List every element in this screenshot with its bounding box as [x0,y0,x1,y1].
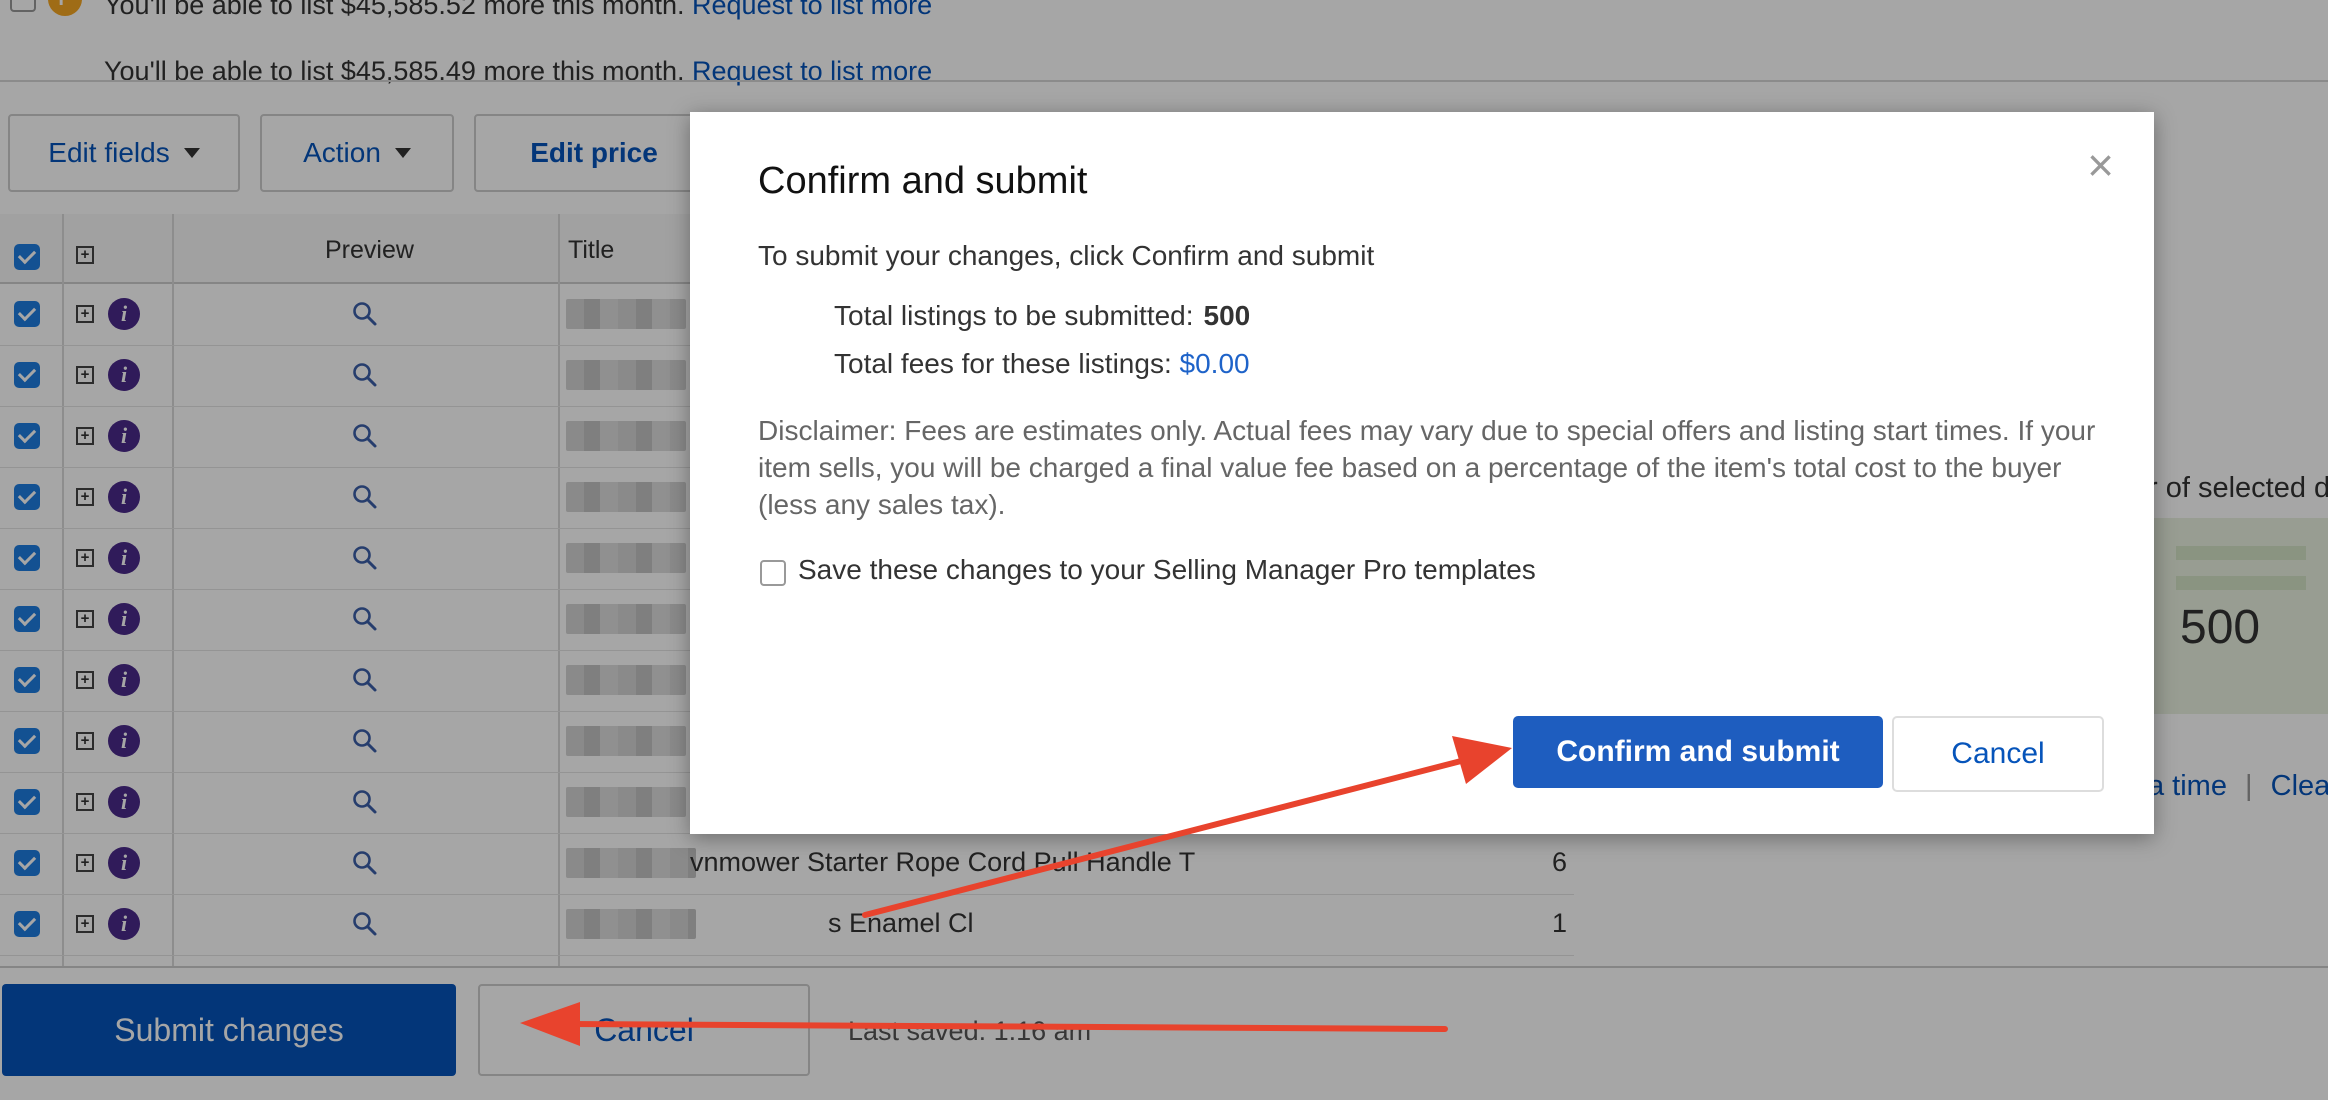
total-fees-value: $0.00 [1179,348,1250,379]
close-icon[interactable]: × [2087,142,2114,188]
dialog-cancel-button[interactable]: Cancel [1892,716,2104,792]
dialog-intro: To submit your changes, click Confirm an… [758,240,1375,271]
fees-disclaimer: Disclaimer: Fees are estimates only. Act… [758,415,2096,520]
total-listings-label: Total listings to be submitted: [834,300,1194,331]
confirm-submit-dialog: Confirm and submit × To submit your chan… [690,112,2154,834]
save-templates-label[interactable]: Save these changes to your Selling Manag… [798,554,1536,586]
total-listings-row: Total listings to be submitted: 500 [834,300,1250,332]
total-fees-label: Total fees for these listings: [834,348,1172,379]
dialog-title: Confirm and submit [758,160,1088,202]
confirm-and-submit-button[interactable]: Confirm and submit [1513,716,1883,788]
total-fees-row: Total fees for these listings: $0.00 [834,348,1250,380]
total-listings-value: 500 [1203,300,1251,331]
save-templates-checkbox[interactable] [760,560,786,586]
